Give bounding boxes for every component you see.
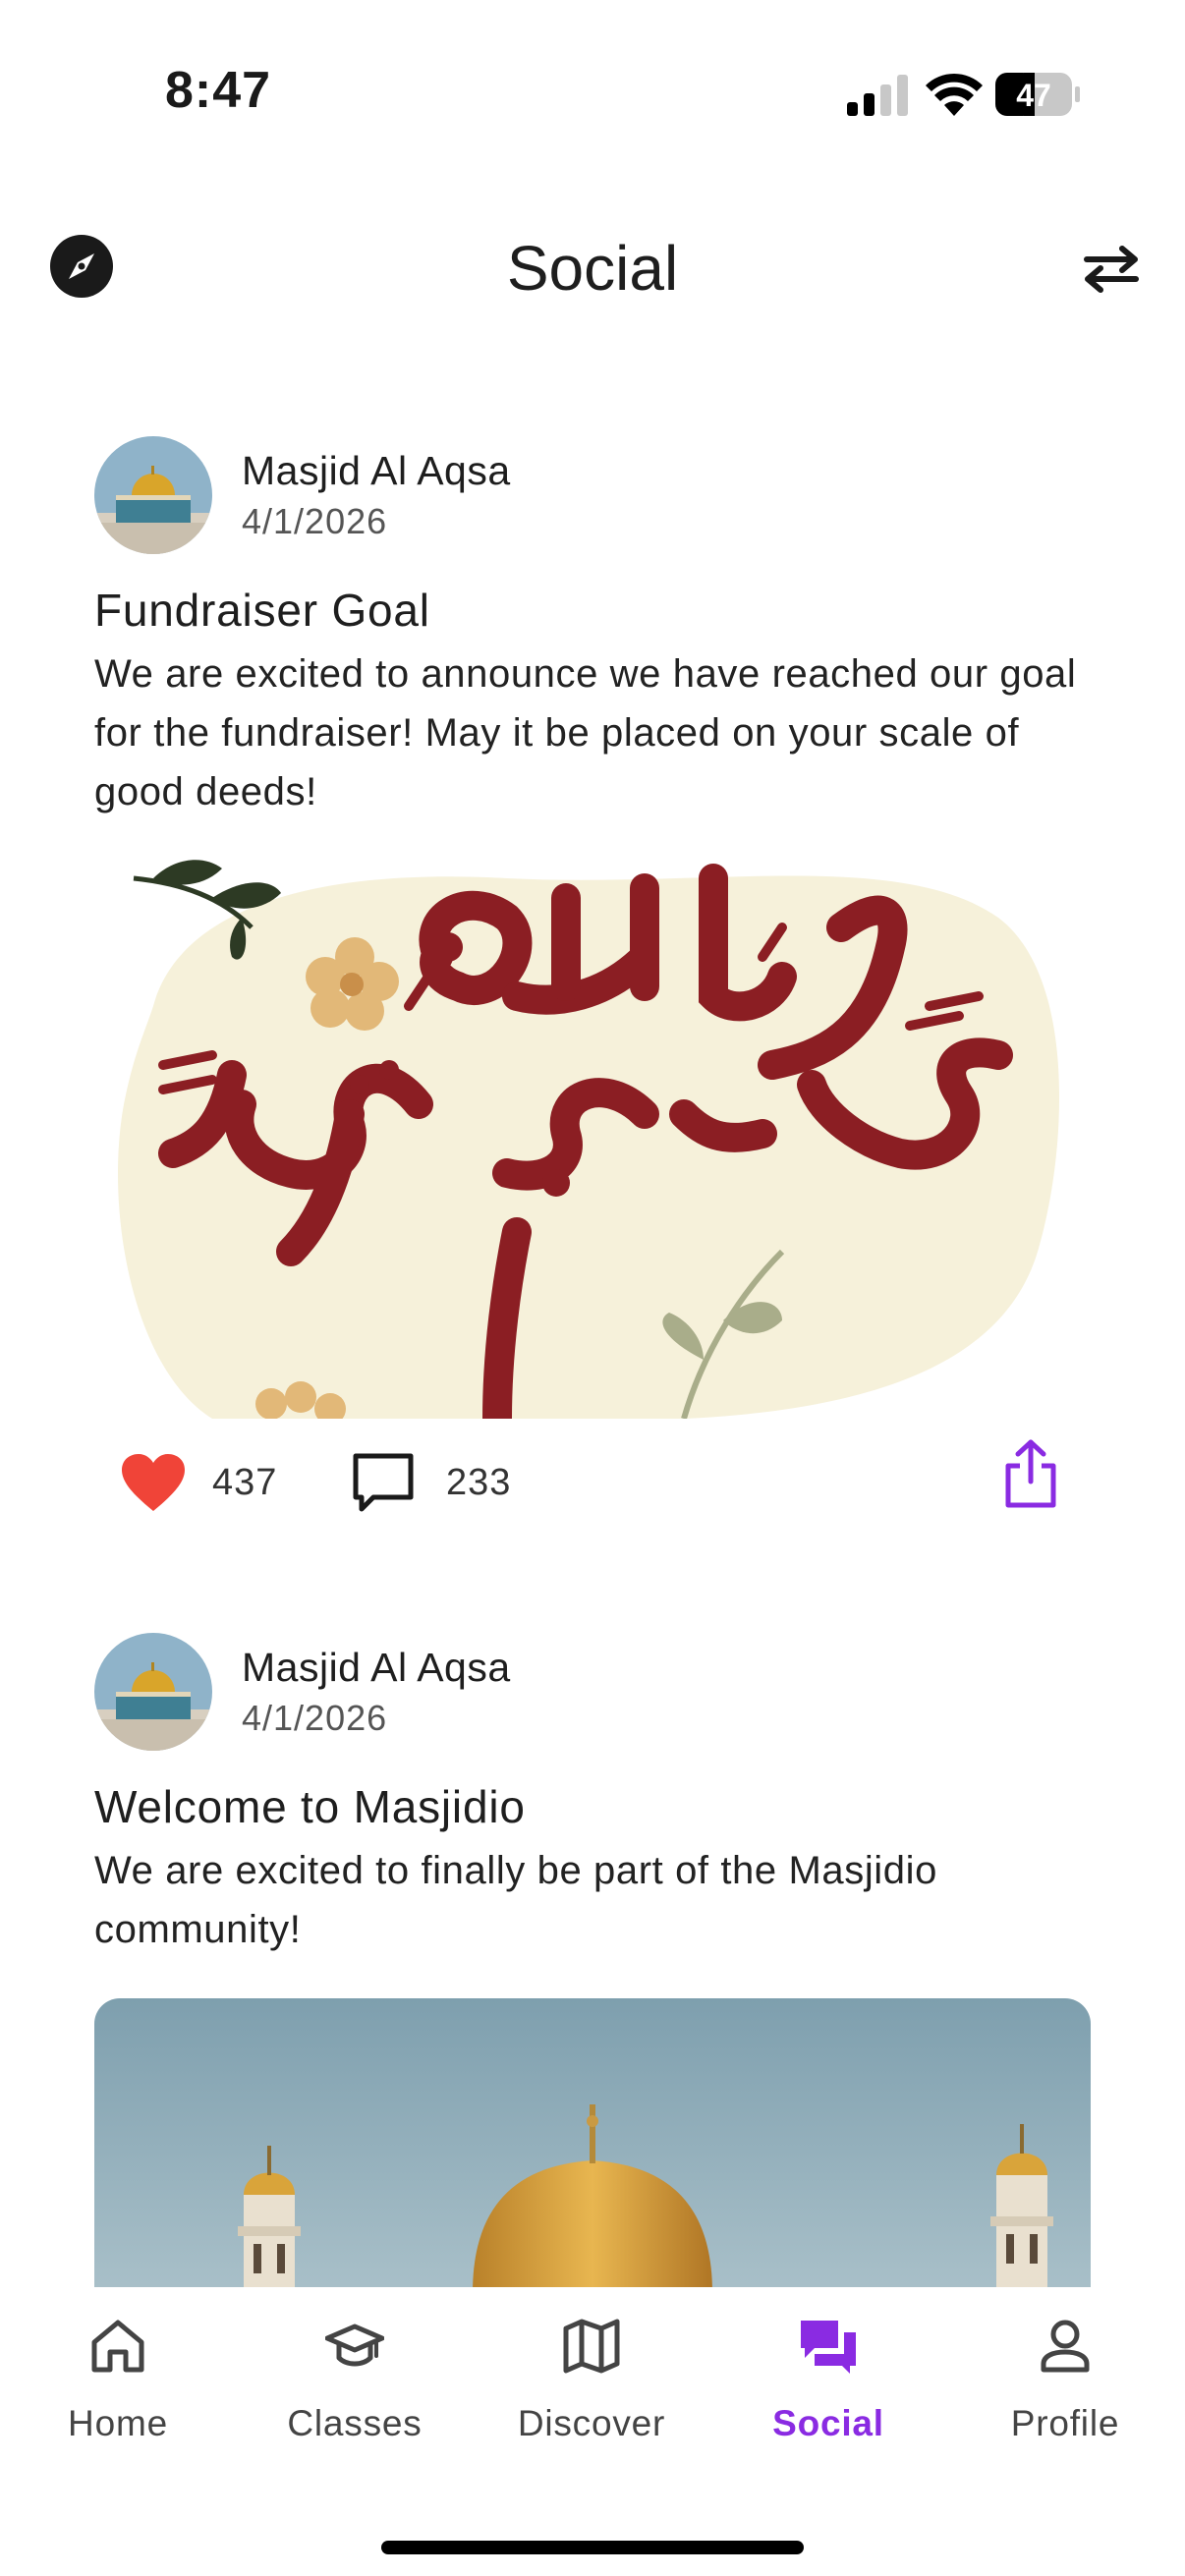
post-body: We are excited to finally be part of the…	[94, 1849, 937, 1951]
tab-classes[interactable]: Classes	[256, 2317, 453, 2493]
tab-bar: Home Classes Discover Social Profile	[0, 2287, 1185, 2576]
wifi-icon	[926, 73, 983, 116]
tab-discover[interactable]: Discover	[493, 2317, 690, 2493]
post-title: Welcome to Masjidio	[94, 1781, 526, 1832]
tab-label: Home	[68, 2403, 168, 2443]
post-author: Masjid Al Aqsa	[242, 448, 511, 493]
heart-icon[interactable]	[122, 1454, 185, 1513]
person-icon	[1041, 2320, 1090, 2373]
cellular-signal-icon	[847, 75, 908, 116]
comment-icon[interactable]	[352, 1452, 415, 1515]
battery-icon: 47	[995, 73, 1080, 116]
comment-count: 233	[446, 1462, 512, 1503]
post-author: Masjid Al Aqsa	[242, 1645, 511, 1690]
battery-level: 47	[1016, 78, 1051, 113]
tab-home[interactable]: Home	[20, 2317, 216, 2493]
chat-bubbles-icon	[801, 2321, 856, 2374]
page-title: Social	[506, 233, 679, 304]
status-time: 8:47	[165, 62, 272, 119]
tab-social[interactable]: Social	[730, 2317, 927, 2493]
tab-profile[interactable]: Profile	[967, 2317, 1163, 2493]
app-header: Social	[0, 216, 1185, 334]
like-count: 437	[212, 1462, 278, 1503]
status-bar: 8:47 47	[0, 0, 1185, 187]
avatar[interactable]	[94, 436, 212, 554]
post-actions: 437 233	[94, 1438, 1091, 1537]
post-date: 4/1/2026	[242, 501, 388, 541]
tab-label: Profile	[1010, 2403, 1120, 2443]
avatar[interactable]	[94, 1633, 212, 1751]
post-body: We are excited to announce we have reach…	[94, 652, 1077, 813]
tab-label: Classes	[287, 2403, 423, 2443]
graduation-cap-icon	[325, 2324, 384, 2367]
tab-label: Social	[772, 2403, 884, 2443]
post-date: 4/1/2026	[242, 1698, 388, 1738]
post-image[interactable]	[94, 1998, 1091, 2293]
tab-label: Discover	[517, 2403, 666, 2443]
post-title: Fundraiser Goal	[94, 585, 430, 636]
home-icon	[91, 2320, 144, 2373]
map-icon	[563, 2319, 620, 2374]
home-indicator[interactable]	[381, 2541, 804, 2554]
swap-arrows-icon[interactable]	[1081, 244, 1142, 295]
post-image[interactable]	[94, 859, 1091, 1419]
share-icon[interactable]	[1002, 1438, 1059, 1509]
